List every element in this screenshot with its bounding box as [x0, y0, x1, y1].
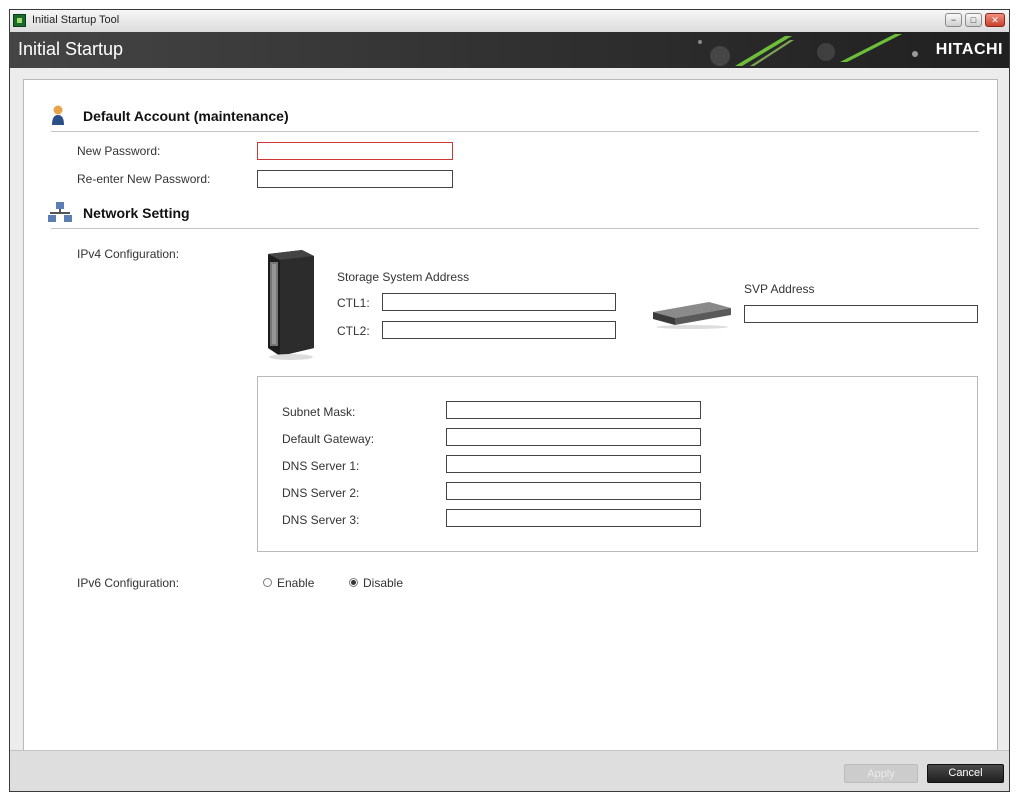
minimize-button[interactable]: − [945, 13, 962, 27]
user-icon [52, 105, 64, 125]
account-section-title: Default Account (maintenance) [83, 108, 289, 124]
ipv6-enable-radio[interactable] [263, 578, 272, 587]
footer-bar: Apply Cancel [10, 750, 1009, 791]
ipv6-disable-radio[interactable] [349, 578, 358, 587]
network-parameters-group: Subnet Mask: Default Gateway: DNS Server… [257, 376, 978, 552]
network-section-divider [51, 228, 979, 229]
main-panel: Default Account (maintenance) New Passwo… [23, 79, 998, 754]
subnet-mask-field[interactable] [446, 401, 701, 419]
dns-server-1-field[interactable] [446, 455, 701, 473]
ipv6-enable-label[interactable]: Enable [277, 576, 314, 590]
network-section-title: Network Setting [83, 205, 190, 221]
header-decoration-icon [698, 34, 918, 66]
close-button[interactable]: ✕ [985, 13, 1005, 27]
ctl2-label: CTL2: [337, 324, 370, 338]
default-gateway-label: Default Gateway: [282, 432, 375, 446]
maximize-button[interactable]: □ [965, 13, 982, 27]
ipv6-disable-label[interactable]: Disable [363, 576, 403, 590]
app-header: Initial Startup HITACHI [10, 32, 1009, 68]
storage-system-address-label: Storage System Address [337, 270, 470, 284]
storage-system-icon [268, 250, 314, 360]
ctl2-address-field[interactable] [382, 321, 616, 339]
dns-server-3-field[interactable] [446, 509, 701, 527]
subnet-mask-label: Subnet Mask: [282, 405, 356, 419]
dns-server-1-label: DNS Server 1: [282, 459, 360, 473]
svp-address-label: SVP Address [744, 282, 815, 296]
dns-server-3-label: DNS Server 3: [282, 513, 360, 527]
app-window: Initial Startup Tool − □ ✕ Initial Start… [9, 9, 1010, 792]
page-title: Initial Startup [18, 39, 124, 59]
title-bar: Initial Startup Tool − □ ✕ [10, 10, 1009, 33]
default-gateway-field[interactable] [446, 428, 701, 446]
window-title: Initial Startup Tool [32, 14, 120, 26]
app-icon [13, 14, 26, 27]
new-password-label: New Password: [77, 144, 161, 158]
svp-address-field[interactable] [744, 305, 978, 323]
ipv4-configuration-label: IPv4 Configuration: [77, 247, 180, 261]
dns-server-2-label: DNS Server 2: [282, 486, 360, 500]
hitachi-logo: HITACHI [935, 41, 1003, 58]
svp-device-icon [653, 302, 731, 329]
dns-server-2-field[interactable] [446, 482, 701, 500]
ctl1-address-field[interactable] [382, 293, 616, 311]
cancel-button[interactable]: Cancel [927, 764, 1004, 783]
reenter-password-field[interactable] [257, 170, 453, 188]
ctl1-label: CTL1: [337, 296, 370, 310]
ipv6-configuration-label: IPv6 Configuration: [77, 576, 180, 590]
apply-button[interactable]: Apply [844, 764, 918, 783]
account-section-divider [51, 131, 979, 132]
network-icon [48, 202, 72, 222]
reenter-password-label: Re-enter New Password: [77, 172, 211, 186]
new-password-field[interactable] [257, 142, 453, 160]
